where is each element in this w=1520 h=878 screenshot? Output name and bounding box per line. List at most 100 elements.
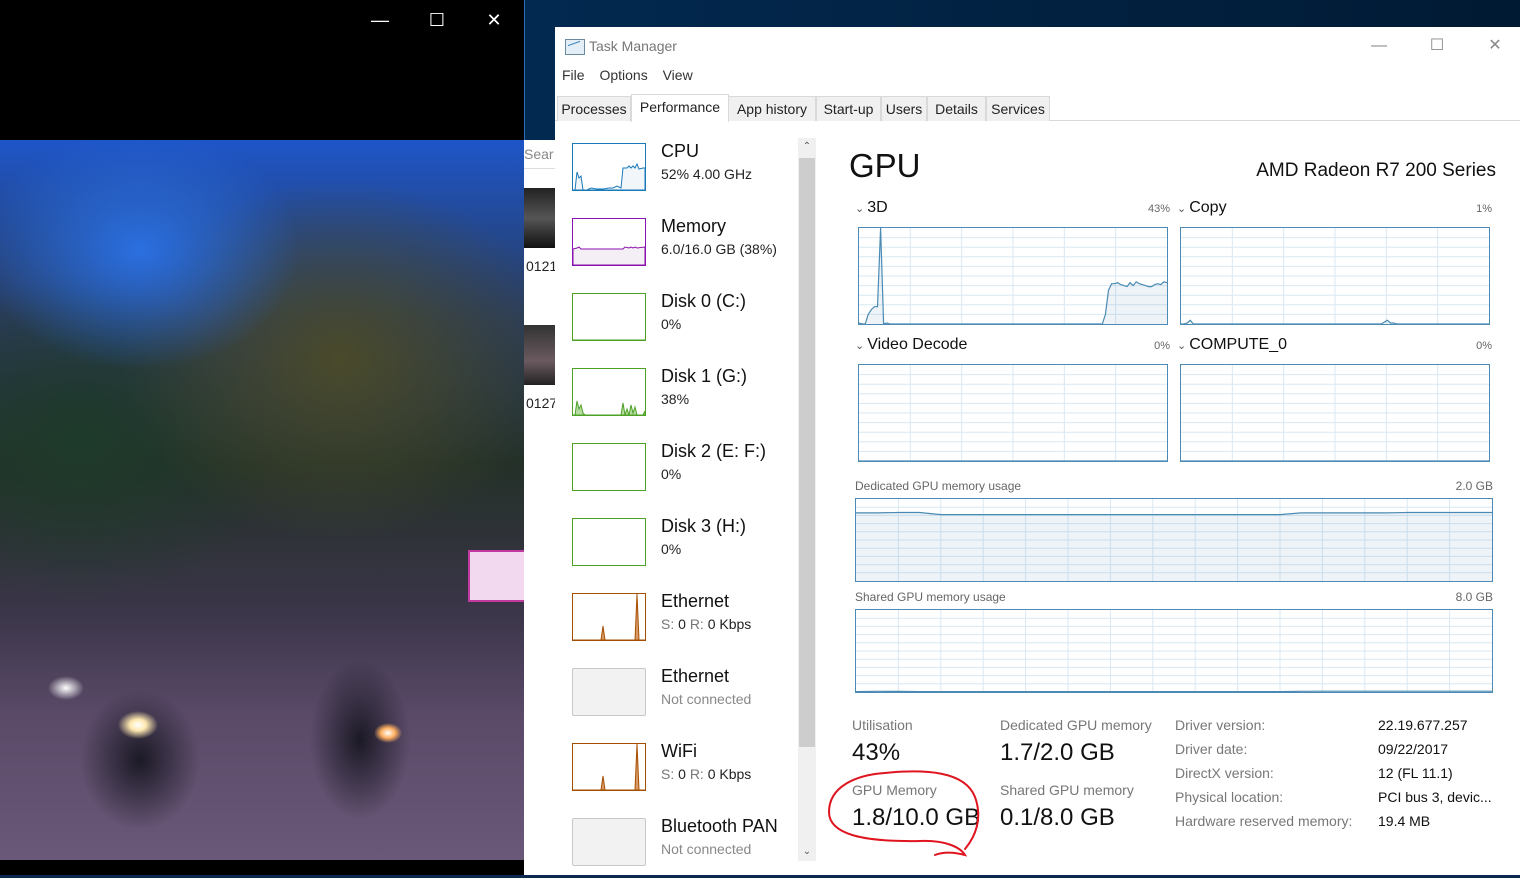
thumbnail-1[interactable] (524, 188, 556, 248)
scroll-down-arrow-icon[interactable]: ⌄ (798, 843, 816, 861)
sidebar-item-bluetooth-pan[interactable]: Bluetooth PAN Not connected (572, 818, 792, 878)
disk2-mini-graph (572, 443, 646, 491)
bluetooth-mini-graph (572, 818, 646, 866)
sidebar-name: CPU (661, 141, 699, 162)
background-window-strip: Sear 0121 0127 (524, 140, 556, 875)
tab-services[interactable]: Services (986, 96, 1050, 121)
engine-selector-copy[interactable]: ⌄Copy (1177, 199, 1227, 217)
viewer-minimize-button[interactable]: — (357, 6, 403, 34)
ethernet-mini-graph (572, 593, 646, 641)
physical-location-label: Physical location: (1175, 789, 1283, 805)
sidebar-item-disk-1[interactable]: Disk 1 (G:) 38% (572, 368, 792, 428)
engine-selector-video-decode[interactable]: ⌄Video Decode (855, 336, 967, 354)
engine-percent-copy: 1% (1452, 203, 1492, 215)
sidebar-item-disk-3[interactable]: Disk 3 (H:) 0% (572, 518, 792, 578)
thumbnail-2[interactable] (524, 325, 556, 385)
menu-view[interactable]: View (663, 67, 693, 83)
tab-performance[interactable]: Performance (631, 94, 729, 122)
tm-maximize-button[interactable]: ☐ (1414, 33, 1460, 59)
background-search-box[interactable]: Sear (524, 140, 556, 169)
sidebar-item-cpu[interactable]: CPU 52% 4.00 GHz (572, 143, 792, 203)
scrollbar-thumb[interactable] (799, 158, 815, 747)
tm-close-button[interactable]: ✕ (1472, 33, 1518, 59)
sidebar-value: S: 0 R: 0 Kbps (661, 766, 751, 782)
tab-app-history[interactable]: App history (728, 96, 816, 121)
tab-users[interactable]: Users (881, 96, 927, 121)
chart-dedicated-memory (855, 498, 1493, 582)
sidebar-item-disk-2[interactable]: Disk 2 (E: F:) 0% (572, 443, 792, 503)
driver-date-value: 09/22/2017 (1378, 741, 1448, 757)
disk0-mini-chart (573, 294, 645, 340)
red-circle-annotation (825, 767, 995, 862)
dedicated-usage-max: 2.0 GB (1393, 479, 1493, 493)
sidebar-name: Ethernet (661, 666, 729, 687)
menu-bar: File Options View (555, 67, 697, 89)
disk1-mini-chart (573, 369, 645, 415)
sidebar-name: Ethernet (661, 591, 729, 612)
engine-selector-3d[interactable]: ⌄3D (855, 199, 888, 217)
hardware-reserved-label: Hardware reserved memory: (1175, 813, 1352, 829)
sidebar-name: Disk 1 (G:) (661, 366, 747, 387)
thumbnail-caption-2: 0127 (526, 395, 557, 411)
receive-value: 0 Kbps (708, 616, 752, 632)
send-label: S: (661, 766, 674, 782)
sidebar-value: 0% (661, 466, 681, 482)
chart-shared-memory-svg (856, 610, 1492, 692)
tab-bar: Processes Performance App history Start-… (555, 94, 1520, 121)
menu-file[interactable]: File (562, 67, 585, 83)
disk0-mini-graph (572, 293, 646, 341)
tm-minimize-button[interactable]: — (1356, 33, 1402, 59)
chart-copy-svg (1181, 228, 1489, 324)
tab-processes[interactable]: Processes (557, 96, 631, 121)
memory-mini-chart (573, 219, 645, 265)
disk3-mini-graph (572, 518, 646, 566)
shared-usage-max: 8.0 GB (1393, 590, 1493, 604)
send-label: S: (661, 616, 674, 632)
engine-percent-compute0: 0% (1452, 340, 1492, 352)
sidebar-scrollbar[interactable]: ⌃ ⌄ (798, 138, 816, 861)
sidebar-name: Disk 3 (H:) (661, 516, 746, 537)
gpu-model: AMD Radeon R7 200 Series (1256, 160, 1496, 182)
chevron-down-icon: ⌄ (1177, 203, 1186, 215)
receive-label: R: (690, 766, 704, 782)
ethernet2-mini-graph (572, 668, 646, 716)
chart-compute0-svg (1181, 365, 1489, 461)
sidebar-item-wifi[interactable]: WiFi S: 0 R: 0 Kbps (572, 743, 792, 803)
engine-label: Video Decode (867, 336, 967, 353)
viewer-titlebar[interactable]: — ☐ ✕ (0, 0, 524, 40)
chevron-down-icon: ⌄ (855, 340, 864, 352)
directx-version-value: 12 (FL 11.1) (1378, 765, 1453, 781)
sidebar-item-memory[interactable]: Memory 6.0/16.0 GB (38%) (572, 218, 792, 278)
engine-label: Copy (1189, 199, 1226, 216)
chevron-down-icon: ⌄ (1177, 340, 1186, 352)
sidebar-item-disk-0[interactable]: Disk 0 (C:) 0% (572, 293, 792, 353)
memory-mini-graph (572, 218, 646, 266)
sidebar-value: 52% 4.00 GHz (661, 166, 752, 182)
sidebar-value: Not connected (661, 691, 751, 707)
viewer-maximize-button[interactable]: ☐ (414, 6, 460, 34)
task-manager-window: Task Manager — ☐ ✕ File Options View Pro… (555, 27, 1520, 875)
sidebar-name: Bluetooth PAN (661, 816, 778, 837)
scroll-up-arrow-icon[interactable]: ⌃ (798, 138, 816, 156)
engine-selector-compute0[interactable]: ⌄COMPUTE_0 (1177, 336, 1287, 354)
sidebar-value: S: 0 R: 0 Kbps (661, 616, 751, 632)
shared-memory-value: 0.1/8.0 GB (1000, 804, 1115, 832)
engine-percent-3d: 43% (1130, 203, 1170, 215)
menu-options[interactable]: Options (599, 67, 647, 83)
wifi-mini-graph (572, 743, 646, 791)
viewer-close-button[interactable]: ✕ (471, 6, 517, 34)
tab-start-up[interactable]: Start-up (816, 96, 881, 121)
sidebar-item-ethernet[interactable]: Ethernet S: 0 R: 0 Kbps (572, 593, 792, 653)
street-photo (0, 140, 524, 860)
sidebar-name: Disk 2 (E: F:) (661, 441, 766, 462)
driver-version-label: Driver version: (1175, 717, 1265, 733)
dedicated-usage-label: Dedicated GPU memory usage (855, 479, 1021, 493)
task-manager-app-icon (565, 39, 585, 55)
tab-details[interactable]: Details (927, 96, 986, 121)
sidebar-name: WiFi (661, 741, 697, 762)
sidebar-item-ethernet-disconnected[interactable]: Ethernet Not connected (572, 668, 792, 728)
window-title: Task Manager (589, 38, 677, 54)
receive-value: 0 Kbps (708, 766, 752, 782)
wifi-mini-chart (573, 744, 645, 790)
tm-titlebar[interactable]: Task Manager — ☐ ✕ (555, 27, 1520, 65)
